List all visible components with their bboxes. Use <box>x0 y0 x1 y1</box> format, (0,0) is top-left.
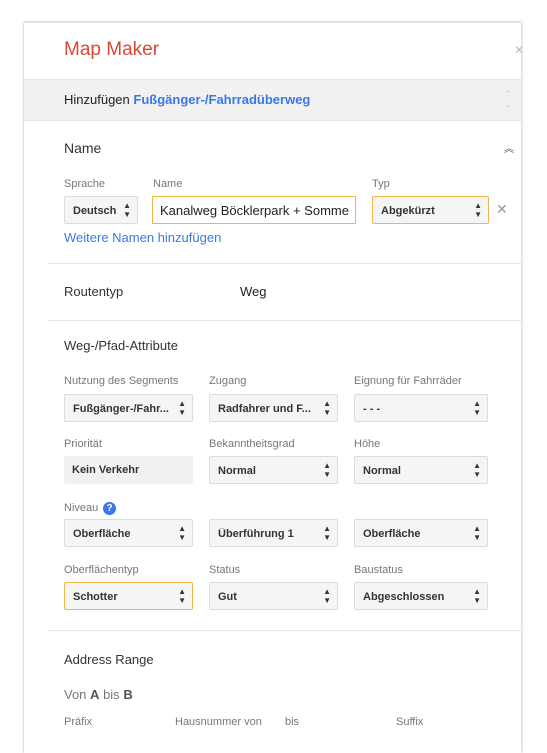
access-value: Radfahrer und F... <box>218 403 311 415</box>
segment-usage-select[interactable]: Fußgänger-/Fahr... ▲ ▼ <box>64 394 193 422</box>
add-more-names-link[interactable]: Weitere Namen hinzufügen <box>64 230 221 245</box>
status-select[interactable]: Gut ▲ ▼ <box>209 582 338 610</box>
updown-arrow-icon: ▲ ▼ <box>473 587 481 605</box>
priority-label: Priorität <box>64 438 102 450</box>
updown-arrow-icon: ▲ ▼ <box>474 201 482 219</box>
elevation-select[interactable]: Normal ▲ ▼ <box>354 456 488 484</box>
access-select[interactable]: Radfahrer und F... ▲ ▼ <box>209 394 338 422</box>
updown-arrow-icon: ▲ ▼ <box>178 587 186 605</box>
address-range-title: Address Range <box>64 652 154 667</box>
updown-arrow-icon: ▲ ▼ <box>323 524 331 542</box>
priority-value: Kein Verkehr <box>72 464 140 476</box>
feature-type-spinner-icon[interactable]: ⌃ ⌄ <box>504 89 512 109</box>
construction-status-label: Baustatus <box>354 564 403 576</box>
house-number-from-label: Hausnummer von <box>175 716 262 728</box>
help-icon[interactable]: ? <box>103 502 116 515</box>
updown-arrow-icon: ▲ ▼ <box>123 201 131 219</box>
surface-type-select[interactable]: Schotter ▲ ▼ <box>64 582 193 610</box>
divider <box>48 263 521 264</box>
surface-type-value: Schotter <box>73 591 118 603</box>
bike-suitability-label: Eignung für Fahrräder <box>354 375 462 387</box>
prominence-label: Bekanntheitsgrad <box>209 438 295 450</box>
add-feature-bar[interactable]: Hinzufügen Fußgänger-/Fahrradüberweg ⌃ ⌄ <box>24 79 521 121</box>
panel-title: Map Maker <box>64 39 160 60</box>
remove-icon[interactable]: ✕ <box>496 201 508 218</box>
range-prefix: Von <box>64 687 87 702</box>
level-end-select[interactable]: Oberfläche ▲ ▼ <box>354 519 488 547</box>
construction-status-value: Abgeschlossen <box>363 591 445 603</box>
elevation-value: Normal <box>363 465 401 477</box>
address-range-summary: Von A bis B <box>64 687 133 702</box>
level-middle-value: Überführung 1 <box>218 528 294 540</box>
status-value: Gut <box>218 591 237 603</box>
surface-type-label: Oberflächentyp <box>64 564 139 576</box>
type-label: Typ <box>372 178 390 190</box>
segment-usage-label: Nutzung des Segments <box>64 375 179 387</box>
status-label: Status <box>209 564 241 576</box>
construction-status-select[interactable]: Abgeschlossen ▲ ▼ <box>354 582 488 610</box>
elevation-label: Höhe <box>354 438 381 450</box>
language-select[interactable]: Deutsch ▲ ▼ <box>64 196 138 224</box>
prominence-select[interactable]: Normal ▲ ▼ <box>209 456 338 484</box>
updown-arrow-icon: ▲ ▼ <box>178 399 186 417</box>
attributes-title: Weg-/Pfad-Attribute <box>64 338 178 353</box>
bike-suitability-value: - - - <box>363 403 381 415</box>
segment-usage-value: Fußgänger-/Fahr... <box>73 403 169 415</box>
name-type-select[interactable]: Abgekürzt ▲ ▼ <box>372 196 489 224</box>
updown-arrow-icon: ▲ ▼ <box>473 524 481 542</box>
level-select[interactable]: Oberfläche ▲ ▼ <box>64 519 193 547</box>
range-mid: bis <box>103 687 120 702</box>
name-type-value: Abgekürzt <box>381 205 435 217</box>
add-prefix: Hinzufügen <box>64 92 130 107</box>
name-input[interactable]: Kanalweg Böcklerpark + Somme <box>152 196 356 224</box>
name-label: Name <box>153 178 183 190</box>
level-value: Oberfläche <box>73 528 131 540</box>
route-type-value: Weg <box>240 284 267 299</box>
prominence-value: Normal <box>218 465 256 477</box>
language-label: Sprache <box>64 178 105 190</box>
language-value: Deutsch <box>73 205 117 217</box>
access-label: Zugang <box>209 375 247 387</box>
chevron-up-icon[interactable]: ︽ <box>504 140 514 155</box>
prefix-column-label: Präfix <box>64 716 93 728</box>
range-to: B <box>123 687 133 702</box>
divider <box>48 320 521 321</box>
house-number-to-label: bis <box>285 716 300 728</box>
feature-type-link[interactable]: Fußgänger-/Fahrradüberweg <box>133 92 310 107</box>
level-label: Niveau <box>64 502 99 514</box>
name-section-title: Name <box>64 140 102 156</box>
updown-arrow-icon: ▲ ▼ <box>178 524 186 542</box>
bike-suitability-select[interactable]: - - - ▲ ▼ <box>354 394 488 422</box>
updown-arrow-icon: ▲ ▼ <box>473 461 481 479</box>
suffix-column-label: Suffix <box>396 716 424 728</box>
range-from: A <box>90 687 100 702</box>
updown-arrow-icon: ▲ ▼ <box>323 399 331 417</box>
add-feature-text: Hinzufügen Fußgänger-/Fahrradüberweg <box>64 92 310 107</box>
level-end-value: Oberfläche <box>363 528 421 540</box>
map-maker-panel: Map Maker ✕ Hinzufügen Fußgänger-/Fahrra… <box>24 22 524 753</box>
close-icon[interactable]: ✕ <box>514 43 524 57</box>
route-type-label: Routentyp <box>64 284 124 299</box>
updown-arrow-icon: ▲ ▼ <box>473 399 481 417</box>
updown-arrow-icon: ▲ ▼ <box>323 587 331 605</box>
divider <box>48 630 521 631</box>
updown-arrow-icon: ▲ ▼ <box>323 461 331 479</box>
priority-field: Kein Verkehr <box>64 456 193 484</box>
level-middle-select[interactable]: Überführung 1 ▲ ▼ <box>209 519 338 547</box>
